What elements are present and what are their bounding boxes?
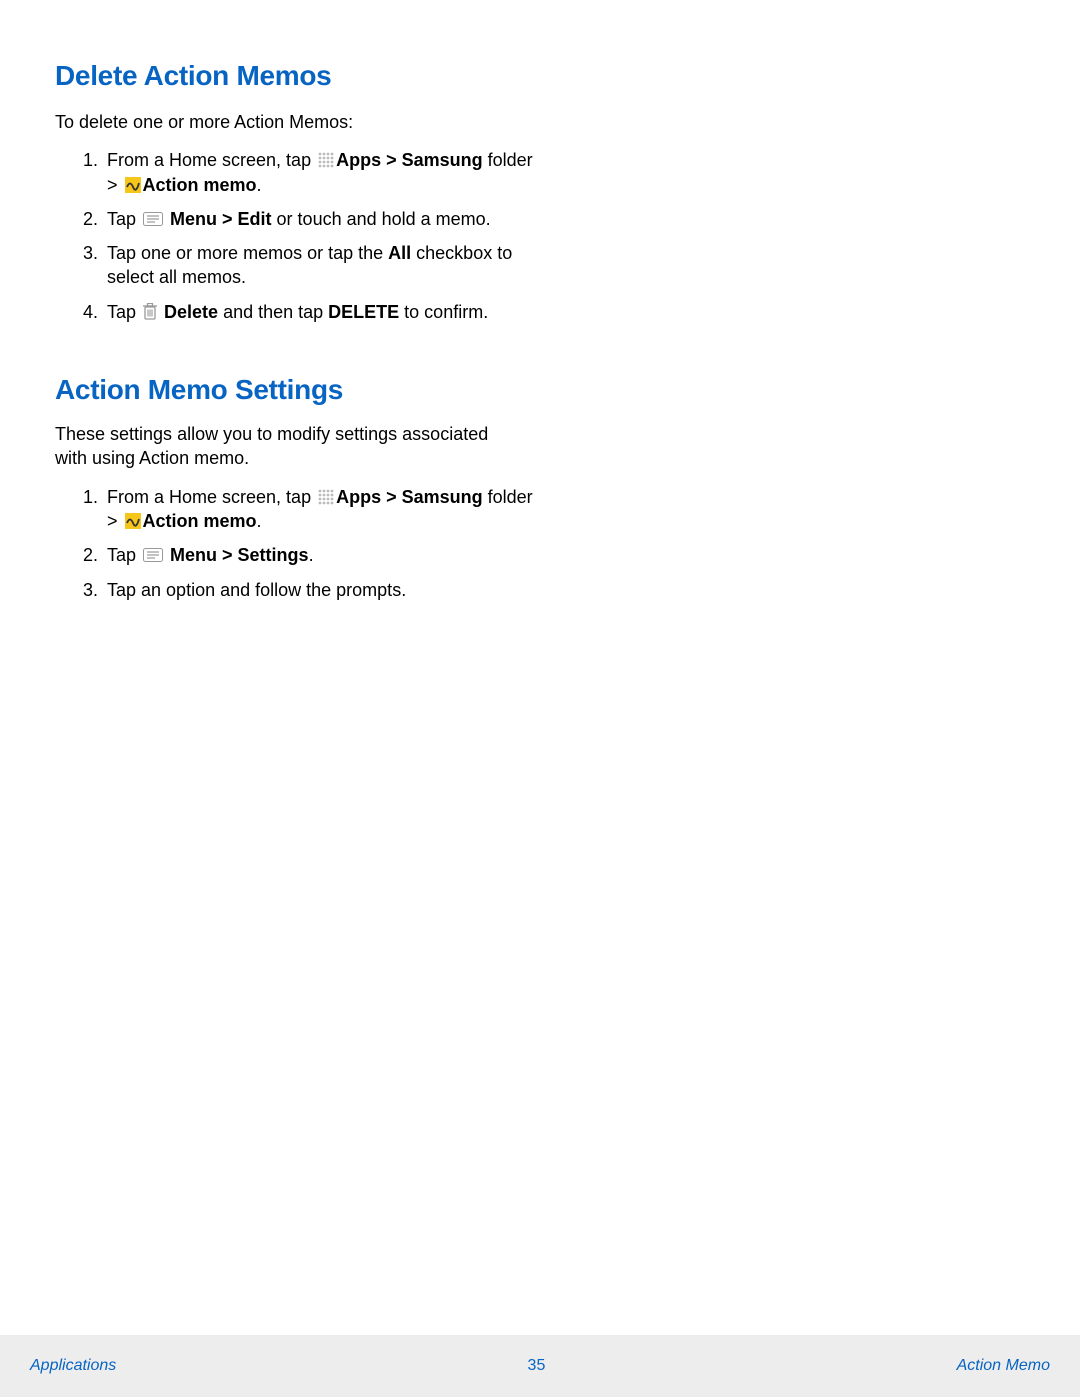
action-memo-icon	[125, 513, 141, 529]
menu-icon	[143, 544, 163, 558]
trash-icon	[143, 302, 157, 319]
apps-icon	[318, 150, 334, 166]
text-bold: Delete	[159, 302, 218, 322]
text-bold: Menu > Settings	[165, 545, 309, 565]
text: .	[309, 545, 314, 565]
text-bold: Action memo	[143, 511, 257, 531]
text-bold: Apps > Samsung	[336, 150, 483, 170]
page-footer: Applications 35 Action Memo	[0, 1335, 1080, 1397]
text-bold: Action memo	[143, 175, 257, 195]
text: or touch and hold a memo.	[272, 209, 491, 229]
text: Tap	[107, 545, 141, 565]
heading-action-memo-settings: Action Memo Settings	[55, 374, 1025, 406]
text: From a Home screen, tap	[107, 487, 316, 507]
text-bold: All	[388, 243, 411, 263]
text-bold: Apps > Samsung	[336, 487, 483, 507]
text-bold: Menu > Edit	[165, 209, 272, 229]
step-2: Tap Menu > Edit or touch and hold a memo…	[103, 207, 545, 231]
footer-left: Applications	[30, 1357, 116, 1375]
text: From a Home screen, tap	[107, 150, 316, 170]
text: Tap	[107, 209, 141, 229]
text: .	[257, 511, 262, 531]
step-1: From a Home screen, tap Apps > Samsung f…	[103, 485, 545, 534]
step-2: Tap Menu > Settings.	[103, 543, 545, 567]
text: .	[257, 175, 262, 195]
text: to confirm.	[399, 302, 488, 322]
step-3: Tap an option and follow the prompts.	[103, 578, 545, 602]
text: Tap	[107, 302, 141, 322]
action-memo-icon	[125, 177, 141, 193]
step-1: From a Home screen, tap Apps > Samsung f…	[103, 148, 545, 197]
steps-delete: From a Home screen, tap Apps > Samsung f…	[55, 148, 545, 324]
apps-icon	[318, 487, 334, 503]
text: and then tap	[218, 302, 328, 322]
intro-settings: These settings allow you to modify setti…	[55, 422, 515, 471]
text-bold: DELETE	[328, 302, 399, 322]
heading-delete-action-memos: Delete Action Memos	[55, 60, 1025, 92]
intro-delete: To delete one or more Action Memos:	[55, 110, 1025, 134]
page-number: 35	[528, 1357, 546, 1375]
footer-right: Action Memo	[957, 1357, 1050, 1375]
menu-icon	[143, 208, 163, 222]
step-3: Tap one or more memos or tap the All che…	[103, 241, 545, 290]
steps-settings: From a Home screen, tap Apps > Samsung f…	[55, 485, 545, 602]
text: Tap one or more memos or tap the	[107, 243, 388, 263]
step-4: Tap Delete and then tap DELETE to confir…	[103, 300, 545, 324]
